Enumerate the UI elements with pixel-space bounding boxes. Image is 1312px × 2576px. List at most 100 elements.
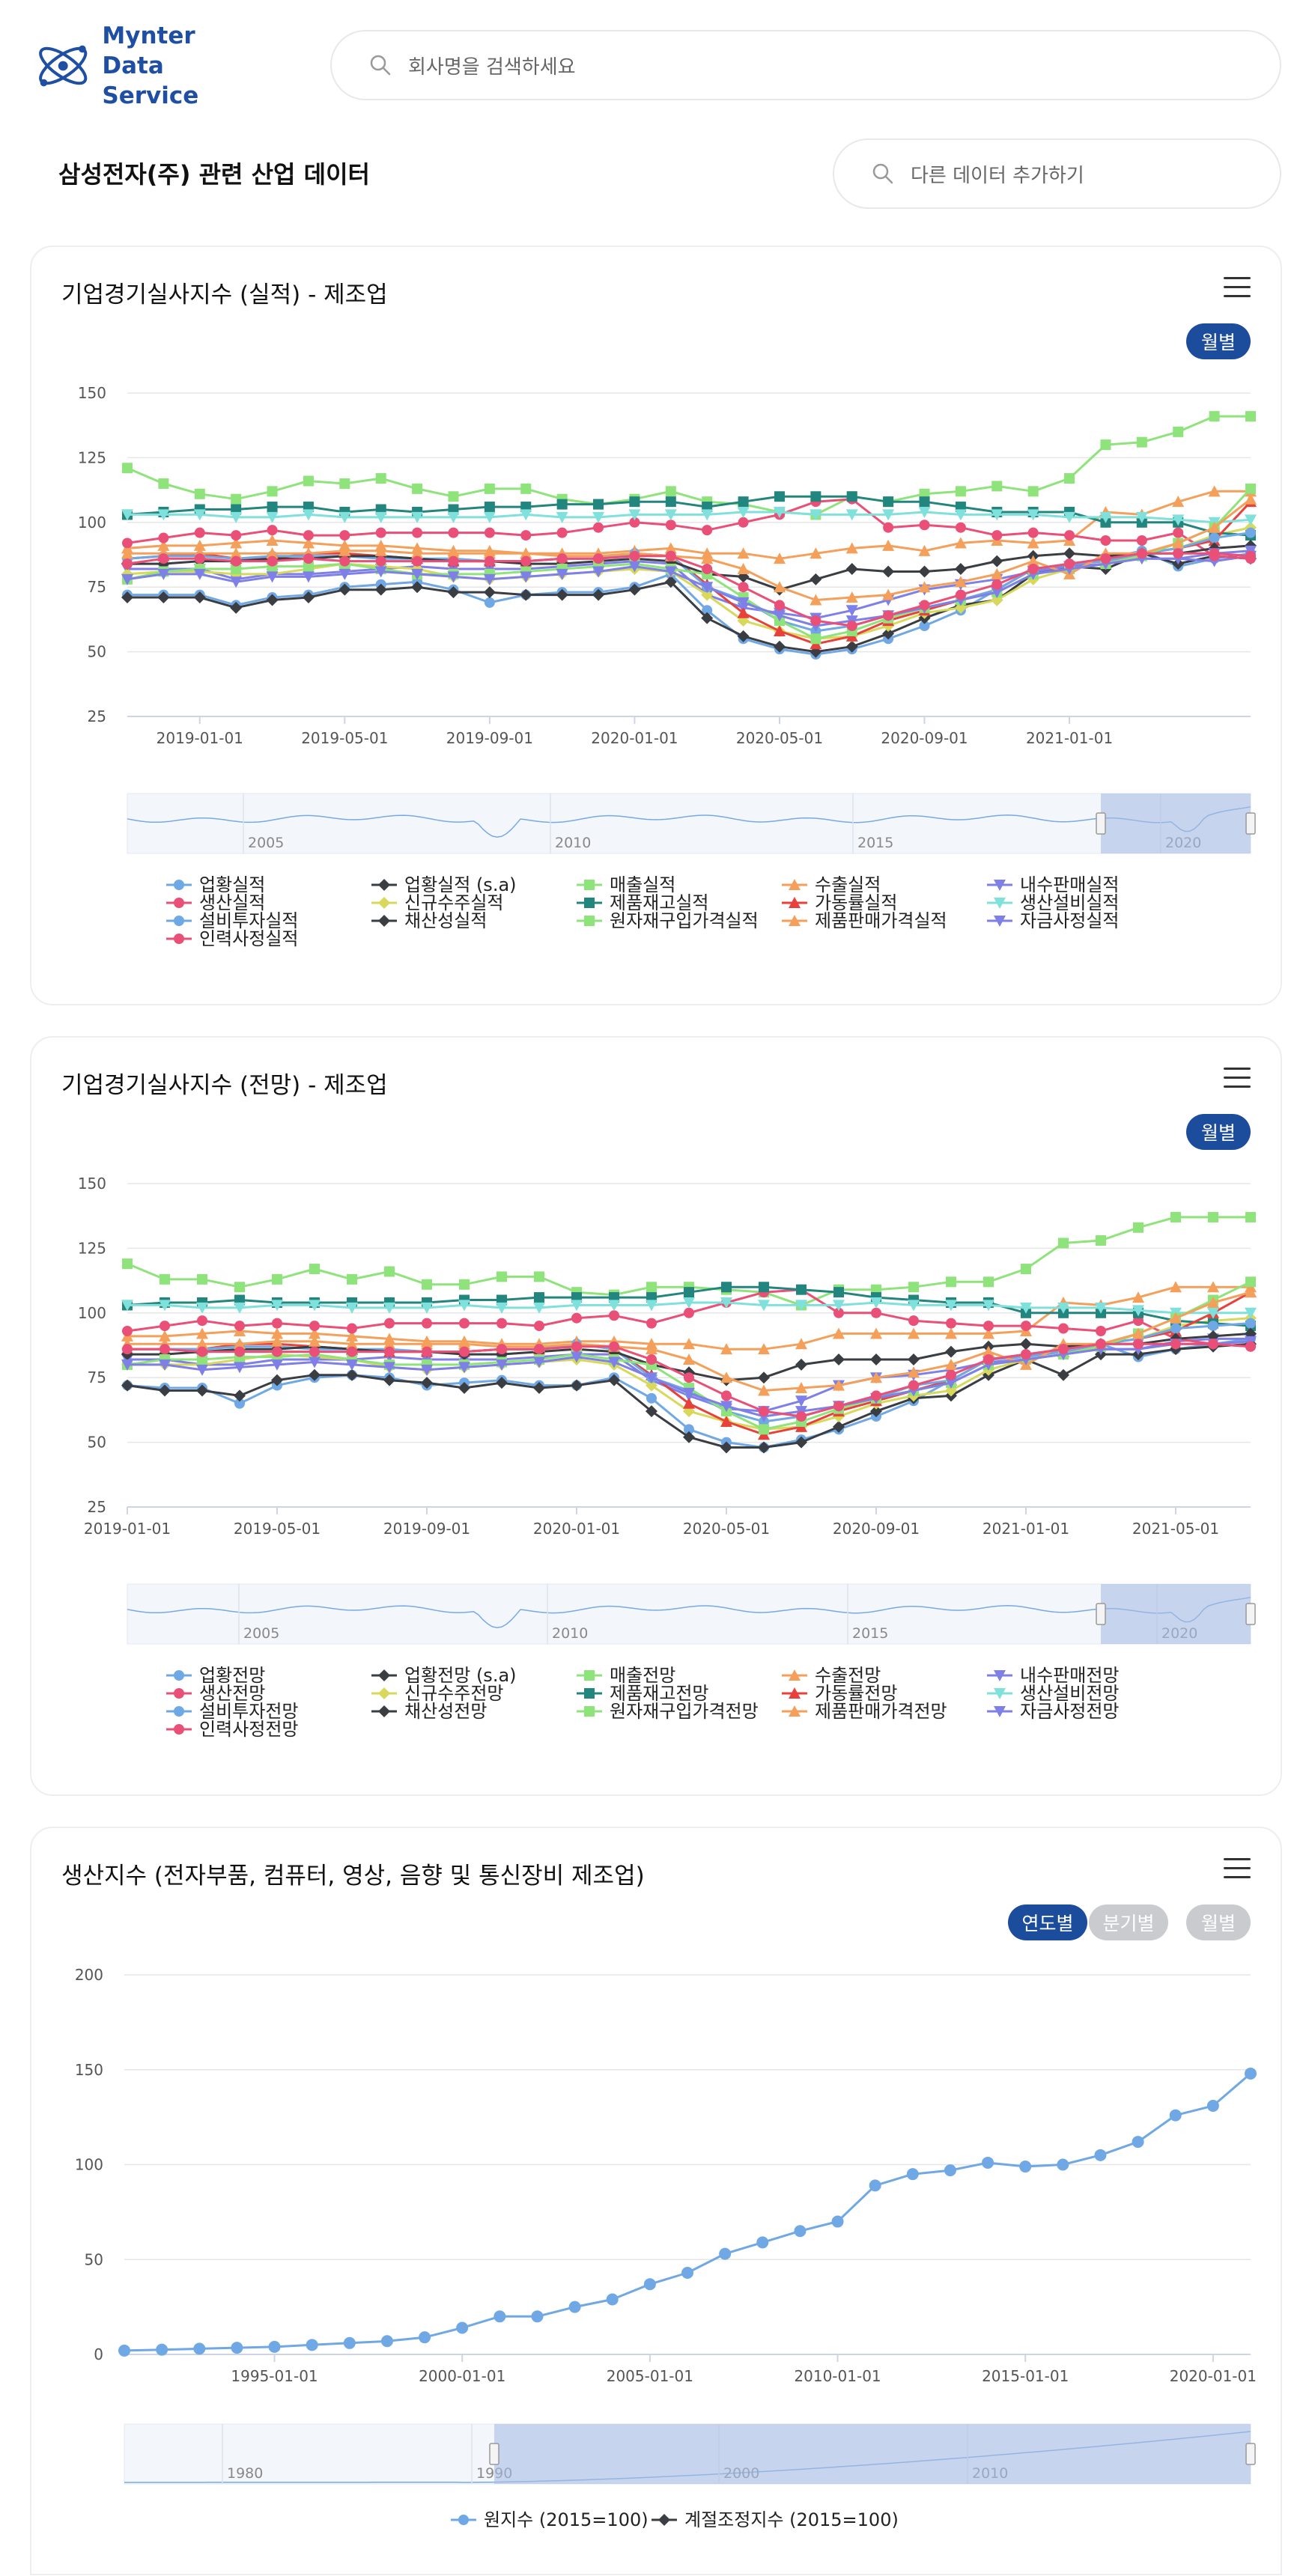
data-point bbox=[883, 496, 894, 508]
data-point bbox=[1245, 527, 1256, 538]
legend-marker bbox=[584, 1706, 595, 1717]
data-point bbox=[759, 1282, 769, 1293]
data-point bbox=[646, 1282, 657, 1293]
x-tick-label: 2005-01-01 bbox=[607, 2367, 693, 2385]
data-point bbox=[339, 530, 350, 541]
data-point bbox=[520, 483, 532, 494]
legend-label: 제품판매가격실적 bbox=[815, 910, 947, 931]
data-point bbox=[1096, 1339, 1106, 1350]
data-point bbox=[646, 1318, 657, 1329]
data-point bbox=[556, 499, 568, 510]
data-point bbox=[609, 1341, 619, 1352]
y-tick-label: 75 bbox=[88, 1368, 106, 1386]
data-point bbox=[1132, 2136, 1144, 2149]
data-point bbox=[380, 2335, 393, 2348]
data-point bbox=[267, 486, 278, 497]
data-point bbox=[384, 1346, 395, 1357]
data-point bbox=[534, 1321, 544, 1332]
bsi-forecast-chart[interactable]: 25 50 75 100 125 150 2019-01-01 2019-05-01 2019-… bbox=[31, 1038, 1284, 1797]
legend-marker bbox=[174, 1688, 184, 1699]
legend-item: 원자재구입가격전망 bbox=[577, 1701, 759, 1722]
data-point bbox=[422, 1318, 432, 1329]
x-tick-label: 2020-09-01 bbox=[881, 729, 968, 747]
data-point bbox=[795, 1358, 807, 1371]
data-point bbox=[593, 553, 604, 564]
legend-label: 계절조정지수 (2015=100) bbox=[684, 2509, 899, 2530]
legend-label: 자금사정실적 bbox=[1020, 910, 1119, 931]
x-tick-label: 2020-01-01 bbox=[1170, 2367, 1257, 2385]
data-point bbox=[375, 473, 386, 484]
bsi-actual-chart[interactable]: 25 50 75 100 125 150 2019-01-01 2019-05-01 2019-… bbox=[31, 247, 1284, 1007]
y-tick-label: 150 bbox=[78, 1175, 106, 1193]
data-point bbox=[197, 1346, 207, 1357]
data-point bbox=[384, 1266, 395, 1277]
data-point bbox=[1100, 553, 1111, 564]
data-point bbox=[955, 522, 966, 533]
data-point bbox=[459, 1318, 470, 1329]
data-point bbox=[810, 573, 822, 585]
y-tick-label: 25 bbox=[88, 707, 106, 725]
navigator-year-label: 2010 bbox=[552, 1625, 588, 1642]
data-point bbox=[1208, 1211, 1218, 1222]
legend-label: 원자재구입가격실적 bbox=[610, 910, 759, 931]
data-point bbox=[945, 1345, 957, 1358]
y-tick-label: 50 bbox=[88, 643, 106, 661]
data-point bbox=[908, 1380, 919, 1391]
data-point bbox=[484, 555, 495, 567]
data-point bbox=[347, 1273, 357, 1285]
data-point bbox=[831, 2215, 844, 2228]
data-point bbox=[758, 1441, 770, 1454]
legend-item: 원지수 (2015=100) bbox=[451, 2509, 649, 2530]
data-point bbox=[1245, 1211, 1256, 1222]
series-원지수 (2015=100) bbox=[118, 2067, 1257, 2357]
data-point bbox=[593, 522, 604, 533]
data-point bbox=[375, 555, 386, 567]
series-생산설비실적 bbox=[121, 506, 1257, 529]
x-tick-label: 2021-01-01 bbox=[1026, 729, 1113, 747]
data-point bbox=[991, 481, 1003, 492]
navigator-background bbox=[127, 1583, 1251, 1645]
data-point bbox=[1169, 2109, 1182, 2122]
search-icon bbox=[872, 163, 893, 184]
y-tick-label: 100 bbox=[75, 2156, 103, 2174]
legend-label: 제품판매가격전망 bbox=[815, 1701, 947, 1722]
series-신규수주실적 bbox=[121, 521, 1257, 645]
data-point bbox=[684, 1287, 694, 1298]
logo-line1: Mynter bbox=[102, 22, 195, 49]
search-icon bbox=[370, 55, 391, 76]
data-point bbox=[197, 1315, 207, 1327]
data-point bbox=[810, 615, 821, 627]
legend-label: 자금사정전망 bbox=[1020, 1701, 1119, 1722]
data-point bbox=[759, 1406, 769, 1417]
data-point bbox=[883, 610, 894, 621]
legend-marker bbox=[378, 1687, 390, 1699]
data-point bbox=[412, 483, 423, 494]
legend-item: 제품판매가격실적 bbox=[782, 910, 947, 931]
search-placeholder: 회사명을 검색하세요 bbox=[408, 55, 576, 79]
data-point bbox=[303, 553, 314, 564]
data-point bbox=[702, 564, 713, 575]
legend-label: 원자재구입가격전망 bbox=[610, 1701, 759, 1722]
data-point bbox=[681, 2266, 693, 2279]
data-point bbox=[122, 1258, 133, 1270]
data-point bbox=[422, 1279, 432, 1290]
data-point bbox=[983, 1354, 994, 1365]
data-point bbox=[738, 496, 749, 508]
legend-marker bbox=[174, 916, 184, 926]
data-point bbox=[918, 565, 931, 578]
production-index-chart[interactable]: 0 50 100 150 200 1995-01-01 2000-01-01 2005-01-… bbox=[31, 1828, 1284, 2576]
data-point bbox=[991, 530, 1003, 541]
data-point bbox=[1064, 473, 1075, 484]
data-point bbox=[160, 1321, 170, 1332]
x-tick-label: 2020-01-01 bbox=[533, 1520, 620, 1538]
series-line bbox=[127, 511, 1251, 524]
company-search-input[interactable]: 회사명을 검색하세요 bbox=[330, 30, 1281, 100]
data-point bbox=[684, 1307, 694, 1318]
navigator-handle bbox=[1096, 1603, 1106, 1625]
legend-marker bbox=[174, 1724, 184, 1735]
add-data-search-input[interactable]: 다른 데이터 추가하기 bbox=[833, 138, 1281, 209]
data-point bbox=[456, 2321, 469, 2334]
data-point bbox=[1209, 532, 1220, 543]
logo[interactable]: Mynter Data Service bbox=[33, 22, 258, 109]
y-tick-label: 75 bbox=[88, 578, 106, 596]
